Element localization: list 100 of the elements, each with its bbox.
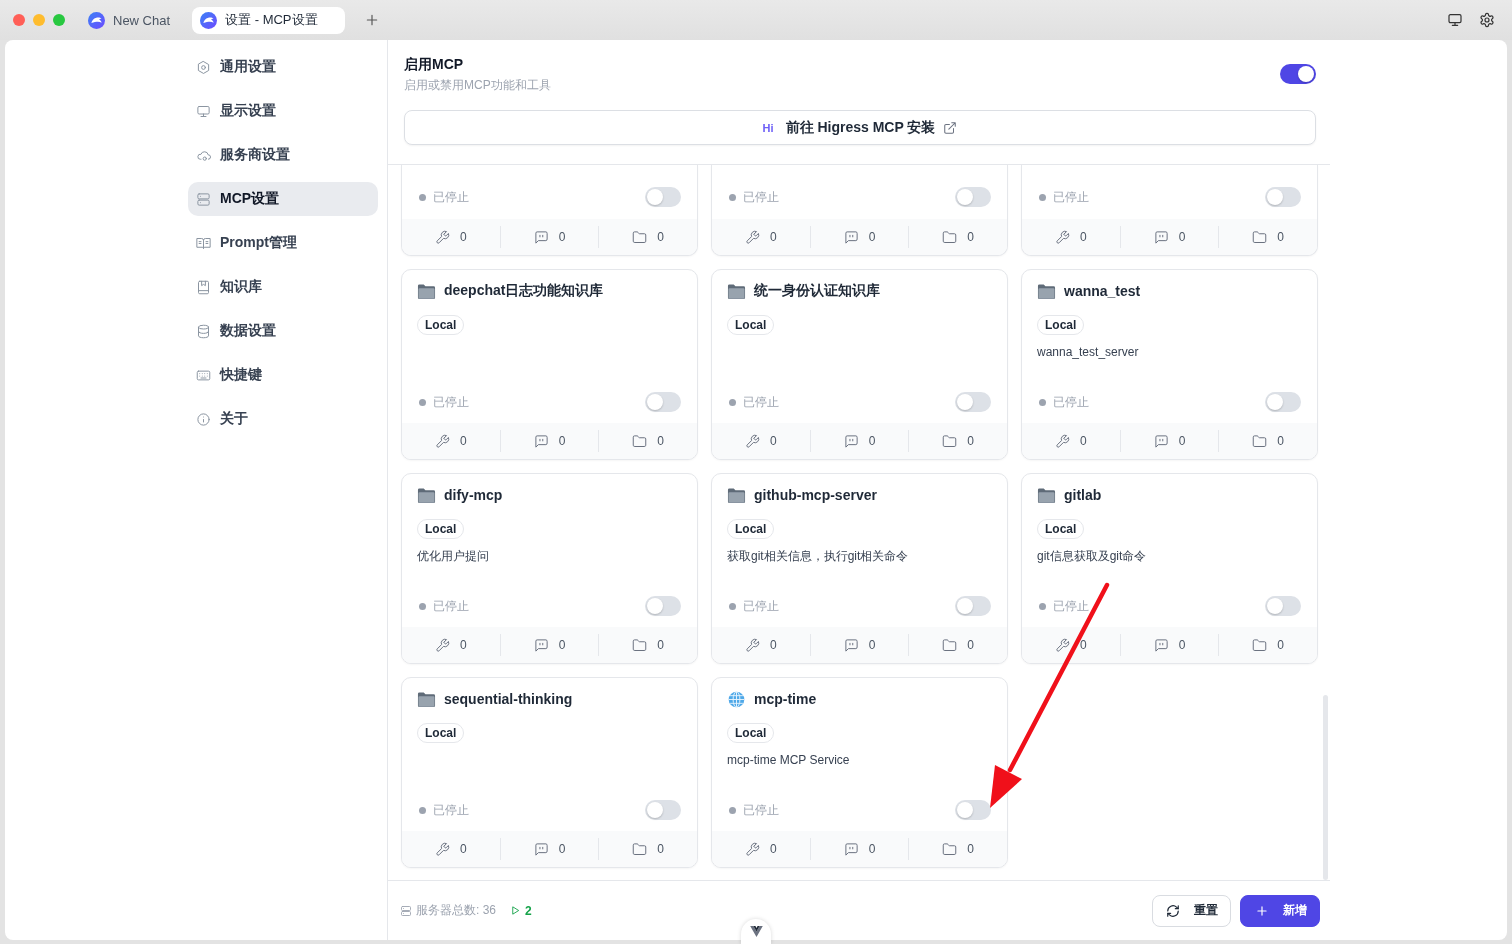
folder-icon: [1037, 282, 1056, 300]
sidebar-item[interactable]: 显示设置: [188, 94, 378, 128]
status-label: 已停止: [743, 188, 779, 206]
prompt-count: 0: [558, 434, 566, 448]
wrench-icon: [745, 433, 760, 449]
prompt-count: 0: [1178, 230, 1186, 244]
monitor-icon: [196, 103, 211, 119]
server-toggle[interactable]: [1265, 596, 1301, 616]
scrollbar-thumb[interactable]: [1323, 695, 1328, 880]
message-icon: [1153, 637, 1169, 653]
prompt-count: 0: [868, 230, 876, 244]
server-name: deepchat日志功能知识库: [444, 282, 604, 300]
message-icon: [843, 433, 859, 449]
settings-icon[interactable]: [1479, 12, 1495, 28]
server-icon: [400, 904, 412, 917]
server-toggle[interactable]: [955, 392, 991, 412]
tool-count: 0: [460, 434, 467, 448]
server-name: github-mcp-server: [754, 487, 877, 503]
server-toggle[interactable]: [645, 187, 681, 207]
browser-tab[interactable]: 设置 - MCP设置: [192, 6, 345, 34]
wrench-icon: [435, 433, 450, 449]
new-tab-plus-icon[interactable]: [364, 13, 379, 27]
add-button[interactable]: 新增: [1240, 894, 1320, 927]
sidebar-item[interactable]: 关于: [188, 402, 378, 436]
sidebar-item[interactable]: 数据设置: [188, 314, 378, 348]
status-label: 已停止: [1053, 188, 1089, 206]
external-link-icon: [943, 120, 958, 135]
resource-count: 0: [1277, 230, 1284, 244]
prompt-count: 0: [1178, 638, 1186, 652]
status-label: 已停止: [743, 393, 779, 411]
message-icon: [843, 229, 859, 245]
info-icon: [196, 411, 211, 427]
folder-icon: [942, 841, 958, 857]
resource-count: 0: [657, 638, 664, 652]
higress-logo: Hi: [762, 121, 774, 134]
server-toggle[interactable]: [1265, 392, 1301, 412]
enable-mcp-toggle[interactable]: [1280, 63, 1316, 84]
server-toggle[interactable]: [645, 596, 681, 616]
sidebar-item[interactable]: 知识库: [188, 270, 378, 304]
server-toggle[interactable]: [955, 187, 991, 207]
server-toggle[interactable]: [1265, 187, 1301, 207]
server-name: wanna_test: [1064, 283, 1141, 299]
folder-icon: [632, 433, 648, 449]
sidebar-item[interactable]: 通用设置: [188, 50, 378, 84]
close-window-button[interactable]: [13, 14, 25, 26]
sidebar-item[interactable]: 快捷键: [188, 358, 378, 392]
prompt-count: 0: [868, 434, 876, 448]
resource-count: 0: [967, 638, 974, 652]
server-total-count: 服务器总数: 36: [416, 902, 496, 919]
resource-count: 0: [657, 230, 664, 244]
folder-icon: [417, 690, 436, 708]
sidebar-item[interactable]: MCP设置: [188, 182, 378, 216]
message-icon: [533, 841, 549, 857]
server-icon: [196, 191, 211, 207]
server-toggle[interactable]: [645, 800, 681, 820]
higress-install-button[interactable]: Hi 前往 Higress MCP 安装: [404, 110, 1316, 145]
folder-icon: [632, 637, 648, 653]
bookmark-book-icon: [196, 279, 211, 295]
server-description: mcp-time MCP Service: [727, 752, 851, 769]
tool-count: 0: [770, 230, 777, 244]
folder-icon: [1252, 433, 1268, 449]
sidebar-item[interactable]: 服务商设置: [188, 138, 378, 172]
server-toggle[interactable]: [955, 596, 991, 616]
wrench-icon: [435, 841, 450, 857]
server-description: git信息获取及git命令: [1037, 548, 1148, 565]
minimize-window-button[interactable]: [33, 14, 45, 26]
folder-icon: [417, 486, 436, 504]
tool-count: 0: [460, 638, 467, 652]
maximize-window-button[interactable]: [53, 14, 65, 26]
server-name: mcp-time: [754, 691, 817, 707]
folder-icon: [727, 486, 746, 504]
server-name: gitlab: [1064, 487, 1102, 503]
status-label: 已停止: [1053, 597, 1089, 615]
server-toggle[interactable]: [645, 392, 681, 412]
refresh-icon: [1166, 903, 1180, 918]
wrench-icon: [1055, 229, 1070, 245]
browser-tab[interactable]: New Chat: [80, 6, 185, 34]
monitor-icon[interactable]: [1447, 12, 1463, 28]
folder-icon: [727, 282, 746, 300]
resource-count: 0: [967, 434, 974, 448]
message-icon: [1153, 433, 1169, 449]
server-toggle[interactable]: [955, 800, 991, 820]
status-label: 已停止: [433, 597, 469, 615]
server-name: 统一身份认证知识库: [754, 282, 880, 300]
running-count: 2: [525, 903, 532, 918]
section-title: 启用MCP: [404, 55, 465, 74]
resource-count: 0: [657, 842, 664, 856]
folder-icon: [1252, 229, 1268, 245]
reset-button[interactable]: 重置: [1152, 894, 1231, 927]
status-label: 已停止: [743, 801, 779, 819]
globe-icon: [727, 690, 746, 708]
wrench-icon: [745, 229, 760, 245]
open-book-icon: [196, 235, 211, 251]
wrench-icon: [435, 229, 450, 245]
play-icon: [510, 905, 521, 916]
message-icon: [843, 841, 859, 857]
wrench-icon: [435, 637, 450, 653]
prompt-count: 0: [558, 230, 566, 244]
sidebar-item[interactable]: Prompt管理: [188, 226, 378, 260]
tool-count: 0: [460, 842, 467, 856]
